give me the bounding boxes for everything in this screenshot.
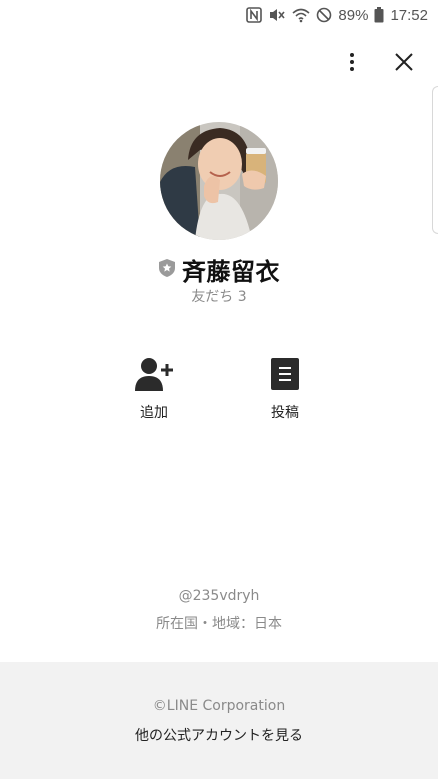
more-vertical-icon	[349, 52, 355, 76]
wifi-icon	[292, 7, 310, 23]
battery-percent: 89%	[338, 6, 369, 24]
other-official-accounts-link[interactable]: 他の公式アカウントを見る	[0, 725, 438, 745]
location-text: 所在国・地域：日本	[156, 616, 282, 632]
vibrate-mute-icon	[268, 7, 286, 23]
do-not-disturb-icon	[316, 7, 332, 23]
line-id: @235vdryh	[178, 588, 260, 604]
post-icon	[271, 356, 299, 396]
friends-count: 友だち 3	[191, 289, 247, 305]
status-bar: 89% 17:52	[0, 0, 438, 30]
more-options-button[interactable]	[336, 48, 368, 80]
close-button[interactable]	[388, 48, 420, 80]
avatar[interactable]	[160, 122, 278, 240]
battery-icon	[374, 7, 384, 23]
profile-name-row: 斉藤留衣	[0, 252, 438, 287]
side-panel-handle[interactable]	[432, 86, 438, 234]
footer: ©LINE Corporation 他の公式アカウントを見る	[0, 662, 438, 779]
shield-badge-icon	[158, 258, 176, 282]
post-label: 投稿	[271, 405, 299, 421]
nfc-icon	[246, 7, 263, 23]
header-actions	[336, 48, 420, 80]
post-button[interactable]: 投稿	[245, 356, 325, 422]
profile-name: 斉藤留衣	[182, 258, 280, 286]
copyright-text: ©LINE Corporation	[152, 698, 286, 714]
add-friend-label: 追加	[140, 405, 168, 421]
clock: 17:52	[390, 6, 428, 24]
close-icon	[394, 52, 414, 76]
add-friend-icon	[134, 356, 174, 396]
add-friend-button[interactable]: 追加	[114, 356, 194, 422]
status-icons: 89% 17:52	[246, 4, 428, 26]
